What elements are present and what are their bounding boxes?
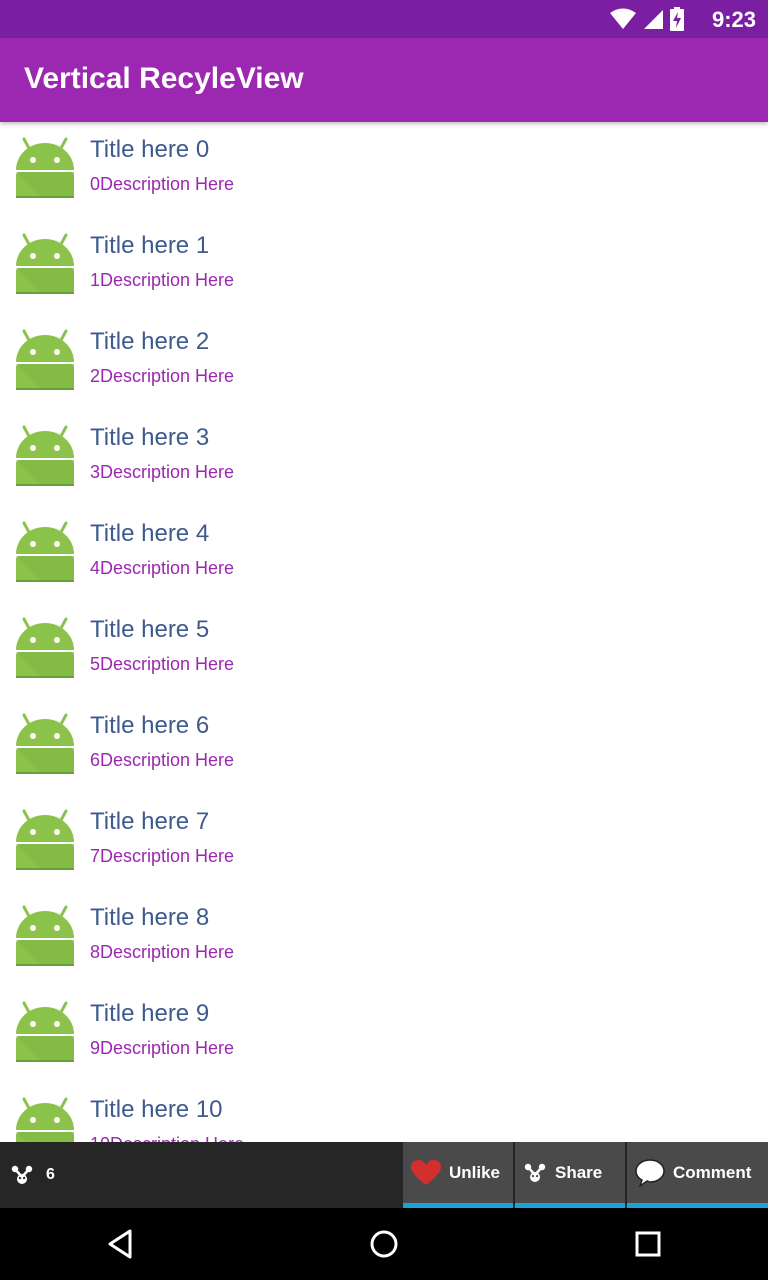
app-title: Vertical RecyleView: [24, 62, 304, 95]
status-icons: [610, 6, 684, 32]
unlike-label: Unlike: [449, 1162, 501, 1182]
item-description: 3Description Here: [90, 462, 235, 482]
item-description: 10Description Here: [90, 1134, 244, 1142]
cellular-signal-icon: [644, 10, 663, 29]
list-item[interactable]: Title here 8 8Description Here: [0, 890, 768, 986]
list-item[interactable]: Title here 10 10Description Here: [0, 1082, 768, 1142]
recents-icon[interactable]: [630, 1226, 666, 1262]
item-description: 8Description Here: [90, 942, 235, 962]
unlike-button[interactable]: Unlike: [403, 1142, 513, 1208]
item-description: 2Description Here: [90, 366, 235, 386]
item-title: Title here 4: [90, 520, 210, 547]
android-robot-icon: [12, 328, 78, 394]
navigation-bar: [0, 1208, 768, 1280]
item-title: Title here 3: [90, 424, 210, 451]
android-robot-icon: [12, 520, 78, 586]
count-value: 6: [46, 1166, 55, 1183]
android-robot-icon: [12, 808, 78, 874]
share-label: Share: [555, 1162, 603, 1182]
share-button[interactable]: Share: [515, 1142, 625, 1208]
list-item[interactable]: Title here 4 4Description Here: [0, 506, 768, 602]
heart-icon: [411, 1159, 441, 1185]
item-description: 4Description Here: [90, 558, 235, 578]
comment-label: Comment: [673, 1162, 752, 1182]
battery-charging-icon: [670, 7, 684, 31]
back-icon[interactable]: [102, 1226, 138, 1262]
android-robot-icon: [12, 1096, 78, 1142]
item-title: Title here 2: [90, 328, 210, 355]
share-nodes-icon: [524, 1163, 546, 1182]
item-description: 9Description Here: [90, 1038, 235, 1058]
android-robot-icon: [12, 424, 78, 490]
list-item[interactable]: Title here 6 6Description Here: [0, 698, 768, 794]
item-title: Title here 6: [90, 712, 210, 739]
wifi-icon: [610, 8, 636, 29]
item-title: Title here 9: [90, 1000, 210, 1027]
app-bar: Vertical RecyleView: [0, 38, 768, 122]
speech-bubble-icon: [635, 1158, 665, 1187]
android-robot-icon: [12, 712, 78, 778]
android-robot-icon: [12, 904, 78, 970]
android-robot-icon: [12, 616, 78, 682]
item-title: Title here 5: [90, 616, 210, 643]
action-bar: 6 Unlike Share Comment: [0, 1142, 768, 1208]
list-item[interactable]: Title here 1 1Description Here: [0, 218, 768, 314]
item-description: 6Description Here: [90, 750, 235, 770]
list-item[interactable]: Title here 9 9Description Here: [0, 986, 768, 1082]
home-icon[interactable]: [366, 1226, 402, 1262]
item-title: Title here 10: [90, 1096, 223, 1123]
share-nodes-icon: [11, 1165, 33, 1184]
android-robot-icon: [12, 136, 78, 202]
item-description: 7Description Here: [90, 846, 235, 866]
list-item[interactable]: Title here 7 7Description Here: [0, 794, 768, 890]
status-time: 9:23: [711, 7, 756, 32]
status-bar: 9:23: [0, 0, 768, 38]
item-title: Title here 7: [90, 808, 210, 835]
item-title: Title here 0: [90, 136, 210, 163]
list-item[interactable]: Title here 5 5Description Here: [0, 602, 768, 698]
comment-button[interactable]: Comment: [627, 1142, 768, 1208]
android-robot-icon: [12, 1000, 78, 1066]
item-title: Title here 1: [90, 232, 210, 259]
share-count: 6: [0, 1142, 403, 1208]
item-description: 1Description Here: [90, 270, 235, 290]
item-title: Title here 8: [90, 904, 210, 931]
item-description: 5Description Here: [90, 654, 235, 674]
android-robot-icon: [12, 232, 78, 298]
item-description: 0Description Here: [90, 174, 235, 194]
list-item[interactable]: Title here 2 2Description Here: [0, 314, 768, 410]
recycler-list[interactable]: Title here 0 0Description Here Title here …: [0, 122, 768, 1142]
list-item[interactable]: Title here 0 0Description Here: [0, 122, 768, 218]
list-item[interactable]: Title here 3 3Description Here: [0, 410, 768, 506]
